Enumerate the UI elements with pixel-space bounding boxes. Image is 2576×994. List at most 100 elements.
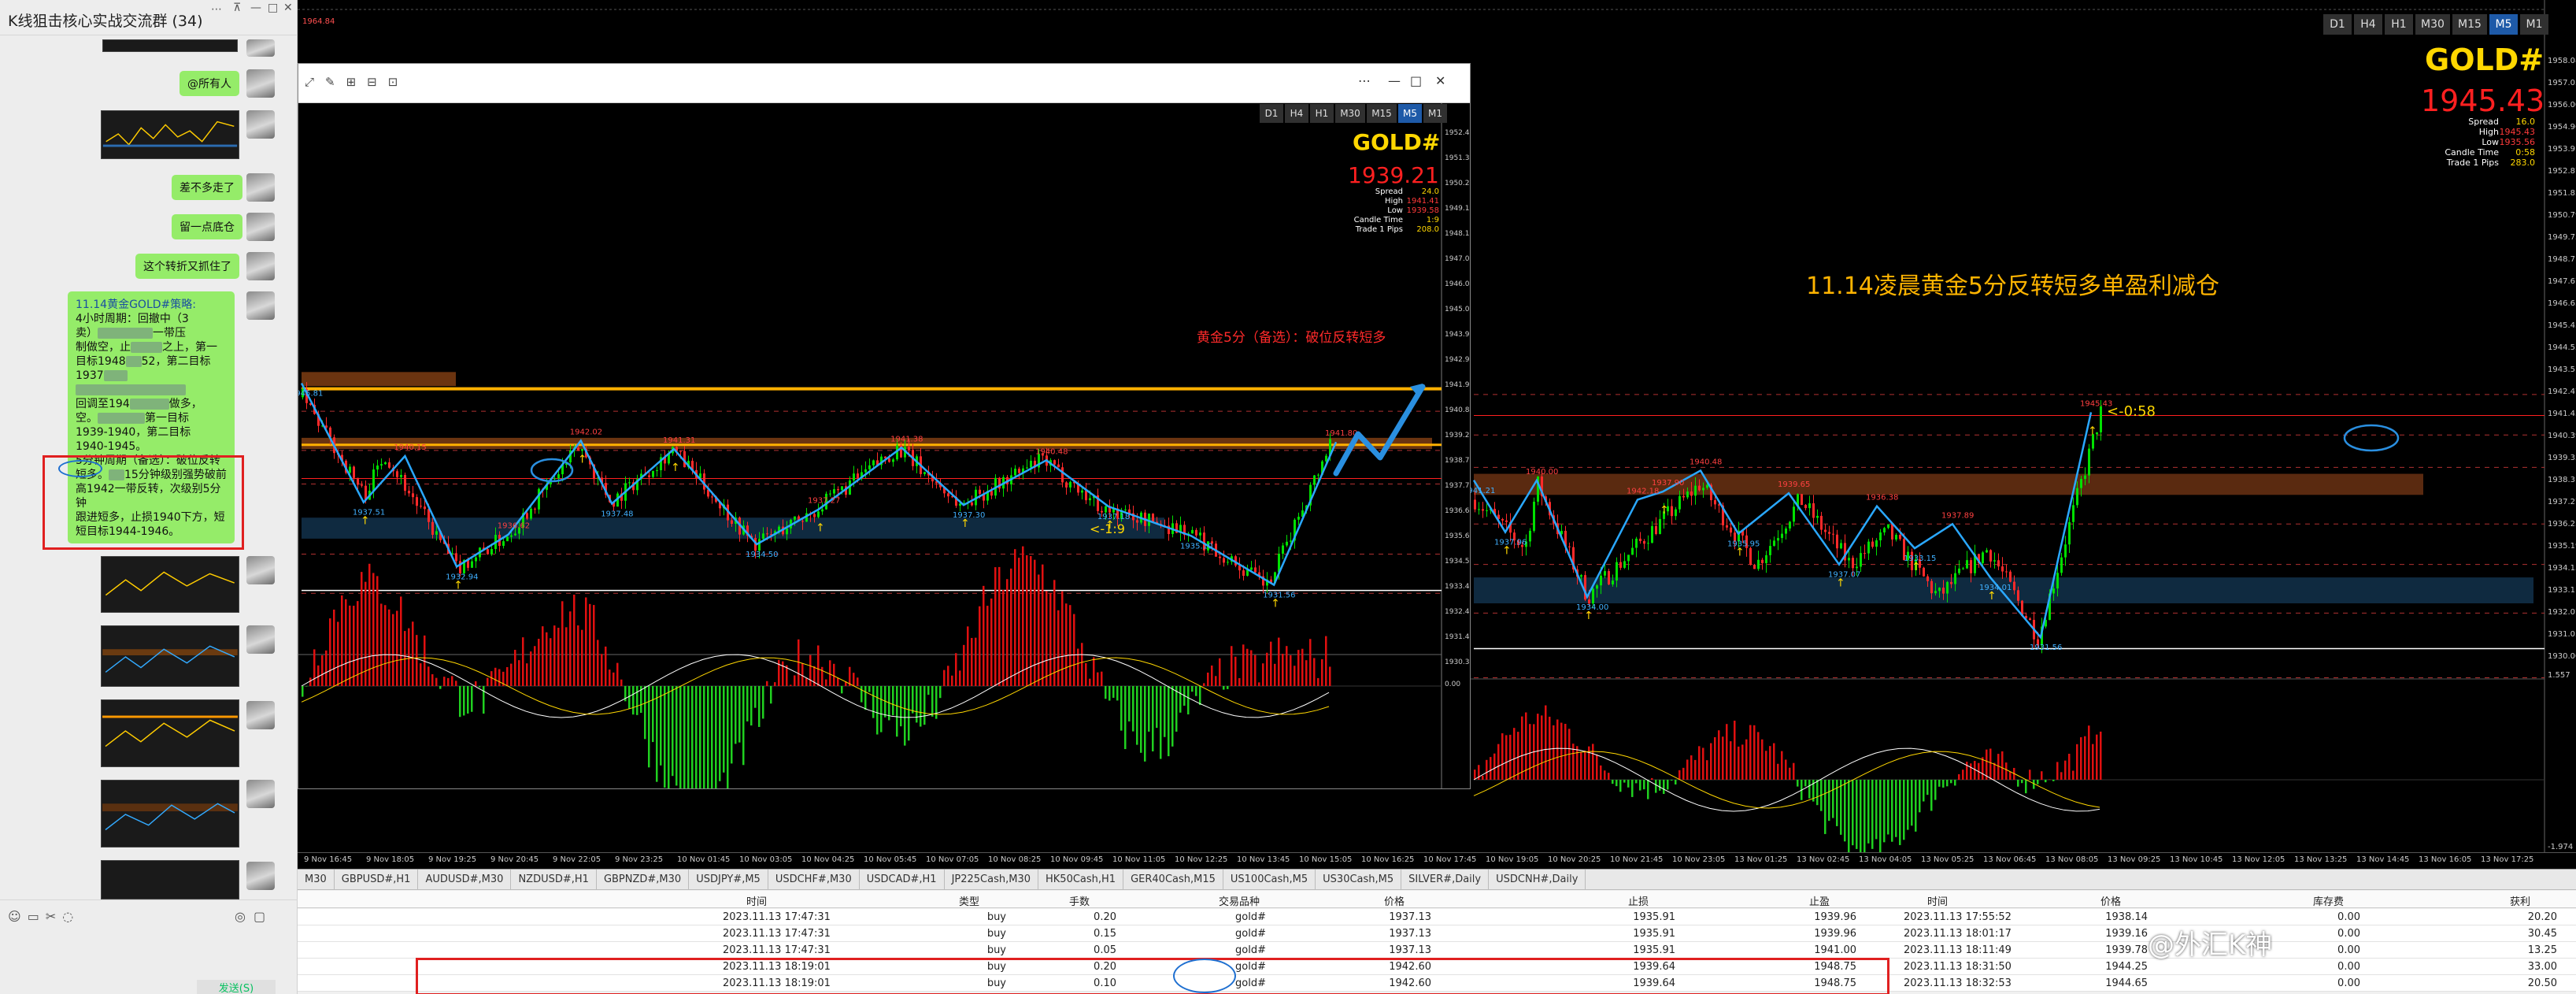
- image-message[interactable]: [101, 699, 239, 767]
- avatar[interactable]: [246, 556, 275, 584]
- more-icon[interactable]: ⋯: [1358, 73, 1371, 88]
- candle: [1219, 556, 1221, 558]
- more-icon[interactable]: ⋯: [211, 3, 222, 16]
- image-message[interactable]: [102, 39, 238, 52]
- image-message[interactable]: [101, 556, 239, 613]
- timeframe-h4-button[interactable]: H4: [2354, 14, 2382, 35]
- video-icon[interactable]: ▢: [254, 909, 273, 924]
- symbol-tab[interactable]: AUDUSD#,M30: [418, 870, 512, 889]
- timeframe-m5-button[interactable]: M5: [1398, 104, 1422, 123]
- folder-icon[interactable]: ▭: [28, 909, 46, 924]
- minimize-icon[interactable]: —: [1388, 73, 1401, 88]
- send-button[interactable]: 发送(S): [197, 980, 276, 994]
- message-bubble[interactable]: 留一点底仓: [172, 214, 242, 239]
- avatar[interactable]: [246, 625, 275, 654]
- timeframe-h4-button[interactable]: H4: [1285, 104, 1308, 123]
- candle: [833, 489, 835, 494]
- symbol-tab[interactable]: NZDUSD#,H1: [511, 870, 597, 889]
- timeframe-h1-button[interactable]: H1: [1310, 104, 1334, 123]
- symbol-tab[interactable]: SILVER#,Daily: [1401, 870, 1490, 889]
- candle: [1840, 543, 1842, 549]
- timeframe-d1-button[interactable]: D1: [1260, 104, 1283, 123]
- avatar[interactable]: [246, 110, 275, 139]
- avatar[interactable]: [246, 39, 275, 57]
- left-window-titlebar[interactable]: ⤢✎⊞⊟⊡ ⋯ — □ ✕: [298, 64, 1470, 103]
- avatar[interactable]: [246, 291, 275, 320]
- indicator-bar: [1537, 714, 1539, 780]
- image-message[interactable]: [101, 625, 239, 687]
- message-bubble[interactable]: @所有人: [180, 71, 239, 96]
- window-toolbar-icons[interactable]: ⤢✎⊞⊟⊡: [305, 75, 409, 89]
- timeframe-m15-button[interactable]: M15: [1367, 104, 1397, 123]
- avatar[interactable]: [246, 213, 275, 241]
- column-header[interactable]: 手数: [1069, 893, 1090, 908]
- symbol-tab[interactable]: US100Cash,M5: [1223, 870, 1316, 889]
- avatar[interactable]: [246, 701, 275, 729]
- timeframe-m1-button[interactable]: M1: [2520, 14, 2548, 35]
- signal-arrow-icon: ↑: [1502, 545, 1512, 558]
- column-header[interactable]: 时间: [746, 893, 767, 908]
- timeframe-h1-button[interactable]: H1: [2385, 14, 2413, 35]
- right-timeframe-bar[interactable]: D1 H4 H1 M30 M15 M5 M1: [2323, 14, 2548, 35]
- symbol-tab[interactable]: GBPNZD#,M30: [597, 870, 690, 889]
- candle: [1895, 535, 1897, 540]
- left-chart-canvas[interactable]: 1952.48 1951.30 1950.24 1949.19 1948.16 1947.…: [298, 103, 1470, 788]
- column-header[interactable]: 价格: [1384, 893, 1405, 908]
- timeframe-m15-button[interactable]: M15: [2452, 14, 2487, 35]
- avatar[interactable]: [246, 252, 275, 280]
- image-message[interactable]: [101, 860, 239, 899]
- column-header[interactable]: 获利: [2510, 893, 2530, 908]
- avatar[interactable]: [246, 780, 275, 808]
- symbol-tab[interactable]: USDCNH#,Daily: [1489, 870, 1586, 889]
- symbol-tab[interactable]: JP225Cash,M30: [945, 870, 1038, 889]
- maximize-icon[interactable]: □: [1410, 73, 1422, 88]
- column-header[interactable]: 时间: [1927, 893, 1948, 908]
- emoji-icon[interactable]: ☺: [8, 909, 28, 924]
- pin-icon[interactable]: ⊼: [233, 2, 241, 14]
- column-header[interactable]: 交易品种: [1219, 893, 1260, 908]
- candle: [1105, 506, 1107, 513]
- column-header[interactable]: 库存费: [2313, 893, 2344, 908]
- symbol-tab[interactable]: US30Cash,M5: [1316, 870, 1402, 889]
- timeframe-d1-button[interactable]: D1: [2323, 14, 2352, 35]
- column-header[interactable]: 价格: [2100, 893, 2121, 908]
- symbol-tab[interactable]: M30: [298, 870, 335, 889]
- symbol-tab[interactable]: GBPUSD#,H1: [335, 870, 419, 889]
- minimize-icon[interactable]: —: [250, 2, 261, 14]
- timeframe-m30-button[interactable]: M30: [2415, 14, 2450, 35]
- chat-toolbar-right[interactable]: ◎▢: [235, 909, 273, 924]
- left-chart-window[interactable]: ⤢✎⊞⊟⊡ ⋯ — □ ✕ 1952.48 1951.30 1950.24 1949.…: [298, 63, 1471, 789]
- timeframe-m30-button[interactable]: M30: [1335, 104, 1365, 123]
- column-header[interactable]: 止损: [1628, 893, 1649, 908]
- price-axis-label: 1945.02: [1445, 306, 1470, 313]
- scissors-icon[interactable]: ✂: [46, 909, 62, 924]
- history-icon[interactable]: ◎: [235, 909, 254, 924]
- symbol-tab[interactable]: HK50Cash,H1: [1038, 870, 1124, 889]
- left-timeframe-bar[interactable]: D1 H4 H1 M30 M15 M5 M1: [1260, 104, 1447, 123]
- symbol-tab[interactable]: GER40Cash,M15: [1123, 870, 1223, 889]
- timeframe-m5-button[interactable]: M5: [2489, 14, 2518, 35]
- image-message[interactable]: [101, 780, 239, 847]
- chat-toolbar[interactable]: ☺▭✂◌: [8, 909, 80, 924]
- message-bubble[interactable]: 差不多走了: [172, 175, 242, 200]
- pivot-label: 1931.56: [2030, 644, 2062, 652]
- symbol-tab[interactable]: USDCHF#,M30: [768, 870, 860, 889]
- timeframe-m1-button[interactable]: M1: [1423, 104, 1447, 123]
- avatar[interactable]: [246, 69, 275, 98]
- watermark: @外汇K神: [2148, 929, 2273, 961]
- symbol-tab[interactable]: USDJPY#,M5: [689, 870, 768, 889]
- close-icon[interactable]: ✕: [1435, 73, 1445, 88]
- terminal-panel[interactable]: M30 GBPUSD#,H1 AUDUSD#,M30 NZDUSD#,H1 GBPNZD…: [298, 869, 2576, 994]
- chat-icon[interactable]: ◌: [62, 909, 80, 924]
- image-message[interactable]: [101, 110, 239, 159]
- avatar[interactable]: [246, 862, 275, 890]
- maximize-icon[interactable]: □: [268, 2, 278, 14]
- candle: [427, 509, 430, 522]
- symbol-tabs[interactable]: M30 GBPUSD#,H1 AUDUSD#,M30 NZDUSD#,H1 GBPNZD…: [298, 870, 2576, 890]
- symbol-tab[interactable]: USDCAD#,H1: [860, 870, 945, 889]
- column-header[interactable]: 止盈: [1809, 893, 1830, 908]
- message-bubble[interactable]: 这个转折又抓住了: [135, 254, 239, 279]
- avatar[interactable]: [246, 173, 275, 202]
- close-icon[interactable]: ✕: [283, 2, 293, 14]
- column-header[interactable]: 类型: [959, 893, 979, 908]
